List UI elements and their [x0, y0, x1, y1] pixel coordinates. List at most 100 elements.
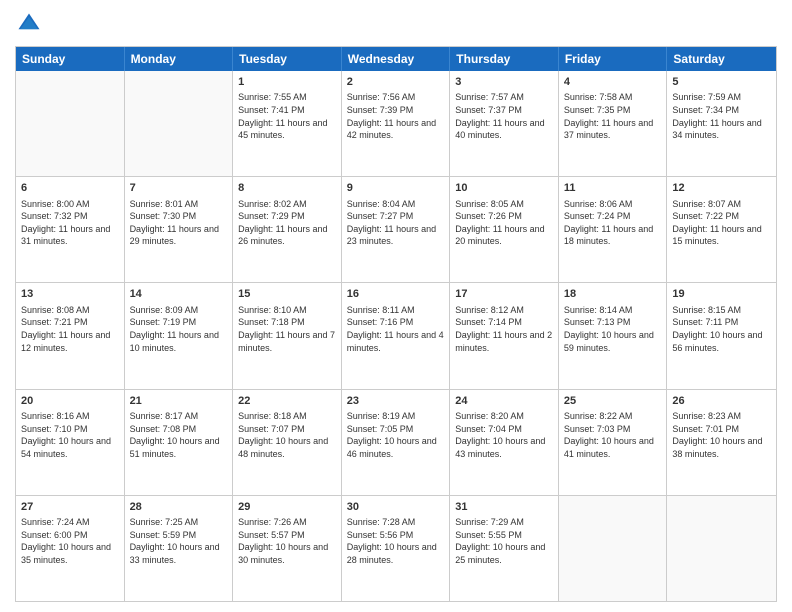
- day-number: 28: [130, 500, 228, 515]
- day-number: 2: [347, 75, 445, 90]
- header-day-friday: Friday: [559, 47, 668, 71]
- day-info: Sunrise: 7:28 AM Sunset: 5:56 PM Dayligh…: [347, 516, 445, 566]
- logo: [15, 10, 47, 38]
- day-info: Sunrise: 8:11 AM Sunset: 7:16 PM Dayligh…: [347, 304, 445, 354]
- calendar-cell: 22Sunrise: 8:18 AM Sunset: 7:07 PM Dayli…: [233, 390, 342, 495]
- calendar-cell: 4Sunrise: 7:58 AM Sunset: 7:35 PM Daylig…: [559, 71, 668, 176]
- calendar-cell: 14 Sunrise: 8:09 AM Sunset: 7:19 PM Dayli…: [125, 283, 234, 388]
- calendar-cell: 23Sunrise: 8:19 AM Sunset: 7:05 PM Dayli…: [342, 390, 451, 495]
- calendar-body: 1Sunrise: 7:55 AM Sunset: 7:41 PM Daylig…: [16, 71, 776, 601]
- day-info: Sunrise: 8:14 AM Sunset: 7:13 PM Dayligh…: [564, 304, 662, 354]
- calendar-cell: [16, 71, 125, 176]
- day-number: 14: [130, 287, 228, 302]
- day-info: Sunrise: 8:12 AM Sunset: 7:14 PM Dayligh…: [455, 304, 553, 354]
- day-number: 6: [21, 181, 119, 196]
- day-info: Sunrise: 8:04 AM Sunset: 7:27 PM Dayligh…: [347, 198, 445, 248]
- day-number: 25: [564, 394, 662, 409]
- day-number: 3: [455, 75, 553, 90]
- day-info: Sunrise: 8:17 AM Sunset: 7:08 PM Dayligh…: [130, 410, 228, 460]
- day-info: Sunrise: 8:09 AM Sunset: 7:19 PM Dayligh…: [130, 304, 228, 354]
- day-number: 18: [564, 287, 662, 302]
- calendar: SundayMondayTuesdayWednesdayThursdayFrid…: [15, 46, 777, 602]
- calendar-cell: 30Sunrise: 7:28 AM Sunset: 5:56 PM Dayli…: [342, 496, 451, 601]
- calendar-cell: 29Sunrise: 7:26 AM Sunset: 5:57 PM Dayli…: [233, 496, 342, 601]
- calendar-row-3: 20Sunrise: 8:16 AM Sunset: 7:10 PM Dayli…: [16, 389, 776, 495]
- day-info: Sunrise: 8:19 AM Sunset: 7:05 PM Dayligh…: [347, 410, 445, 460]
- header-day-wednesday: Wednesday: [342, 47, 451, 71]
- day-info: Sunrise: 7:29 AM Sunset: 5:55 PM Dayligh…: [455, 516, 553, 566]
- day-info: Sunrise: 8:05 AM Sunset: 7:26 PM Dayligh…: [455, 198, 553, 248]
- calendar-cell: 19Sunrise: 8:15 AM Sunset: 7:11 PM Dayli…: [667, 283, 776, 388]
- header-day-tuesday: Tuesday: [233, 47, 342, 71]
- calendar-cell: 16 Sunrise: 8:11 AM Sunset: 7:16 PM Dayli…: [342, 283, 451, 388]
- day-info: Sunrise: 8:01 AM Sunset: 7:30 PM Dayligh…: [130, 198, 228, 248]
- calendar-cell: 13 Sunrise: 8:08 AM Sunset: 7:21 PM Dayli…: [16, 283, 125, 388]
- day-number: 31: [455, 500, 553, 515]
- page: SundayMondayTuesdayWednesdayThursdayFrid…: [0, 0, 792, 612]
- day-info: Sunrise: 7:26 AM Sunset: 5:57 PM Dayligh…: [238, 516, 336, 566]
- calendar-cell: 18 Sunrise: 8:14 AM Sunset: 7:13 PM Dayli…: [559, 283, 668, 388]
- day-number: 24: [455, 394, 553, 409]
- day-number: 27: [21, 500, 119, 515]
- day-info: Sunrise: 8:07 AM Sunset: 7:22 PM Dayligh…: [672, 198, 771, 248]
- day-info: Sunrise: 8:00 AM Sunset: 7:32 PM Dayligh…: [21, 198, 119, 248]
- day-info: Sunrise: 7:25 AM Sunset: 5:59 PM Dayligh…: [130, 516, 228, 566]
- day-number: 23: [347, 394, 445, 409]
- calendar-cell: 12 Sunrise: 8:07 AM Sunset: 7:22 PM Dayli…: [667, 177, 776, 282]
- calendar-cell: [667, 496, 776, 601]
- calendar-cell: 25Sunrise: 8:22 AM Sunset: 7:03 PM Dayli…: [559, 390, 668, 495]
- day-number: 30: [347, 500, 445, 515]
- calendar-cell: [559, 496, 668, 601]
- calendar-cell: 1Sunrise: 7:55 AM Sunset: 7:41 PM Daylig…: [233, 71, 342, 176]
- day-number: 29: [238, 500, 336, 515]
- calendar-cell: [125, 71, 234, 176]
- day-number: 17: [455, 287, 553, 302]
- calendar-cell: 6 Sunrise: 8:00 AM Sunset: 7:32 PM Daylig…: [16, 177, 125, 282]
- calendar-cell: 24Sunrise: 8:20 AM Sunset: 7:04 PM Dayli…: [450, 390, 559, 495]
- calendar-row-4: 27Sunrise: 7:24 AM Sunset: 6:00 PM Dayli…: [16, 495, 776, 601]
- header: [15, 10, 777, 38]
- calendar-header: SundayMondayTuesdayWednesdayThursdayFrid…: [16, 47, 776, 71]
- calendar-cell: 2Sunrise: 7:56 AM Sunset: 7:39 PM Daylig…: [342, 71, 451, 176]
- day-number: 15: [238, 287, 336, 302]
- header-day-sunday: Sunday: [16, 47, 125, 71]
- day-number: 8: [238, 181, 336, 196]
- day-number: 22: [238, 394, 336, 409]
- day-number: 10: [455, 181, 553, 196]
- day-info: Sunrise: 7:57 AM Sunset: 7:37 PM Dayligh…: [455, 91, 553, 141]
- day-number: 13: [21, 287, 119, 302]
- day-info: Sunrise: 7:58 AM Sunset: 7:35 PM Dayligh…: [564, 91, 662, 141]
- calendar-cell: 17 Sunrise: 8:12 AM Sunset: 7:14 PM Dayli…: [450, 283, 559, 388]
- calendar-cell: 9Sunrise: 8:04 AM Sunset: 7:27 PM Daylig…: [342, 177, 451, 282]
- calendar-row-0: 1Sunrise: 7:55 AM Sunset: 7:41 PM Daylig…: [16, 71, 776, 176]
- day-number: 11: [564, 181, 662, 196]
- day-number: 26: [672, 394, 771, 409]
- calendar-cell: 26Sunrise: 8:23 AM Sunset: 7:01 PM Dayli…: [667, 390, 776, 495]
- calendar-cell: 5Sunrise: 7:59 AM Sunset: 7:34 PM Daylig…: [667, 71, 776, 176]
- calendar-cell: 8Sunrise: 8:02 AM Sunset: 7:29 PM Daylig…: [233, 177, 342, 282]
- calendar-cell: 21Sunrise: 8:17 AM Sunset: 7:08 PM Dayli…: [125, 390, 234, 495]
- day-number: 1: [238, 75, 336, 90]
- day-info: Sunrise: 8:23 AM Sunset: 7:01 PM Dayligh…: [672, 410, 771, 460]
- calendar-cell: 20Sunrise: 8:16 AM Sunset: 7:10 PM Dayli…: [16, 390, 125, 495]
- header-day-thursday: Thursday: [450, 47, 559, 71]
- day-number: 20: [21, 394, 119, 409]
- day-info: Sunrise: 8:06 AM Sunset: 7:24 PM Dayligh…: [564, 198, 662, 248]
- calendar-cell: 15Sunrise: 8:10 AM Sunset: 7:18 PM Dayli…: [233, 283, 342, 388]
- day-number: 5: [672, 75, 771, 90]
- day-info: Sunrise: 8:22 AM Sunset: 7:03 PM Dayligh…: [564, 410, 662, 460]
- day-number: 12: [672, 181, 771, 196]
- day-info: Sunrise: 7:24 AM Sunset: 6:00 PM Dayligh…: [21, 516, 119, 566]
- day-number: 16: [347, 287, 445, 302]
- day-number: 4: [564, 75, 662, 90]
- calendar-row-1: 6 Sunrise: 8:00 AM Sunset: 7:32 PM Daylig…: [16, 176, 776, 282]
- header-day-monday: Monday: [125, 47, 234, 71]
- header-day-saturday: Saturday: [667, 47, 776, 71]
- calendar-cell: 10 Sunrise: 8:05 AM Sunset: 7:26 PM Dayli…: [450, 177, 559, 282]
- day-info: Sunrise: 8:08 AM Sunset: 7:21 PM Dayligh…: [21, 304, 119, 354]
- day-info: Sunrise: 8:15 AM Sunset: 7:11 PM Dayligh…: [672, 304, 771, 354]
- calendar-cell: 31Sunrise: 7:29 AM Sunset: 5:55 PM Dayli…: [450, 496, 559, 601]
- logo-icon: [15, 10, 43, 38]
- calendar-cell: 11 Sunrise: 8:06 AM Sunset: 7:24 PM Dayli…: [559, 177, 668, 282]
- day-info: Sunrise: 7:59 AM Sunset: 7:34 PM Dayligh…: [672, 91, 771, 141]
